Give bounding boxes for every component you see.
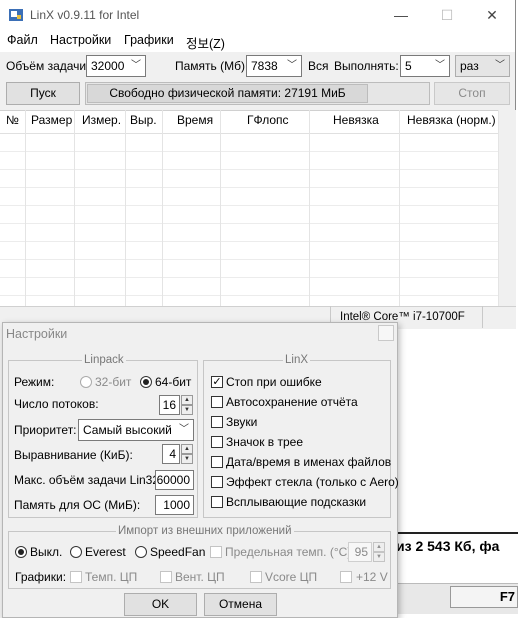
mode-32bit-radio[interactable] [80,376,92,388]
max-lin32-label: Макс. объём задачи Lin32: [14,473,163,487]
datetime-filenames-label: Дата/время в именах файлов [226,455,392,469]
run-unit-value: раз [460,59,479,73]
graph-cpu-fan-label: Вент. ЦП [175,570,225,584]
graph-cpu-fan-checkbox[interactable] [160,571,172,583]
mode-64bit-label: 64-бит [155,375,192,389]
run-label: Выполнять: [334,59,399,73]
chevron-down-icon: ﹀ [179,424,189,435]
background-text: из 2 543 Кб, фа [396,538,500,554]
problem-size-label: Объём задачи: [6,59,90,73]
threads-input[interactable]: 16 [159,395,180,415]
column-header-number[interactable]: № [6,113,19,127]
autosave-report-checkbox[interactable] [211,396,223,408]
problem-size-combo[interactable]: 32000 ﹀ [86,55,146,77]
tooltips-label: Всплывающие подсказки [226,495,367,509]
datetime-filenames-checkbox[interactable] [211,456,223,468]
import-everest-radio[interactable] [70,546,82,558]
problem-size-value: 32000 [91,59,125,73]
import-speedfan-label: SpeedFan [150,545,206,559]
minimize-button[interactable]: — [378,0,424,30]
os-memory-label: Память для ОС (МиБ): [14,498,141,512]
memory-value: 7838 [251,59,278,73]
run-unit-combo[interactable]: раз ﹀ [455,55,510,77]
sounds-label: Звуки [226,415,258,429]
column-header-residual[interactable]: Невязка [333,113,379,127]
chevron-down-icon: ﹀ [495,60,505,71]
memory-combo[interactable]: 7838 ﹀ [246,55,302,77]
stop-on-error-checkbox[interactable]: ✓ [211,376,223,388]
memory-label: Память (Мб): [175,59,249,73]
max-temp-label: Предельная темп. (°C): [225,545,355,559]
all-memory-button[interactable]: Вся [308,59,329,73]
priority-value: Самый высокий [83,423,172,437]
threads-label: Число потоков: [14,397,99,411]
tray-icon-label: Значок в трее [226,435,304,449]
threads-spinner[interactable]: ▲ ▼ [181,395,193,415]
tooltips-checkbox[interactable] [211,496,223,508]
column-header-time[interactable]: Время [177,113,213,127]
background-f7-button[interactable]: F7 [450,586,518,608]
os-memory-input[interactable]: 1000 [155,495,194,515]
start-button[interactable]: Пуск [6,82,80,105]
mode-label: Режим: [14,375,55,389]
close-button[interactable]: ✕ [469,0,515,30]
chevron-down-icon: ﹀ [287,60,297,71]
linpack-group-title: Linpack [82,354,126,366]
import-off-radio[interactable] [15,546,27,558]
menu-settings[interactable]: Настройки [50,33,111,47]
mode-64bit-radio[interactable] [140,376,152,388]
column-header-gflops[interactable]: ГФлопс [247,113,289,127]
column-header-alignment[interactable]: Выр. [130,113,157,127]
glass-effect-label: Эффект стекла (только с Aero) [226,475,399,489]
import-off-label: Выкл. [30,545,63,559]
graph-cpu-temp-label: Темп. ЦП [85,570,138,584]
vertical-scrollbar[interactable] [499,110,516,306]
graph-12v-checkbox[interactable] [340,571,352,583]
column-header-residual-norm[interactable]: Невязка (норм.) [407,113,496,127]
max-temp-spinner[interactable]: ▲ ▼ [373,542,385,562]
alignment-spinner[interactable]: ▲ ▼ [181,444,193,464]
import-speedfan-radio[interactable] [135,546,147,558]
stop-on-error-label: Стоп при ошибке [226,375,322,389]
alignment-input[interactable]: 4 [162,444,180,464]
mode-32bit-label: 32-бит [95,375,132,389]
settings-title: Настройки [6,327,68,341]
priority-combo[interactable]: Самый высокий ﹀ [78,419,194,441]
import-group-title: Импорт из внешних приложений [116,525,294,537]
sounds-checkbox[interactable] [211,416,223,428]
graph-vcore-checkbox[interactable] [250,571,262,583]
app-icon [8,7,24,23]
max-temp-checkbox[interactable] [210,546,222,558]
maximize-button[interactable]: ☐ [424,0,470,30]
max-lin32-input[interactable]: 60000 [155,470,194,490]
chevron-down-icon: ﹀ [131,60,141,71]
stop-button[interactable]: Стоп [434,82,510,105]
free-memory-bar: Свободно физической памяти: 27191 МиБ [85,82,430,105]
column-header-measure[interactable]: Измер. [82,113,121,127]
autosave-report-label: Автосохранение отчёта [226,395,358,409]
alignment-label: Выравнивание (КиБ): [14,448,133,462]
tray-icon-checkbox[interactable] [211,436,223,448]
menu-graphs[interactable]: Графики [124,33,174,47]
priority-label: Приоритет: [14,423,77,437]
linx-group-title: LinX [283,354,311,366]
ok-button[interactable]: OK [124,593,197,616]
menu-file[interactable]: Файл [7,33,38,47]
import-everest-label: Everest [85,545,126,559]
dialog-close-button[interactable] [378,325,394,341]
glass-effect-checkbox[interactable] [211,476,223,488]
chevron-down-icon: ﹀ [435,60,445,71]
graph-cpu-temp-checkbox[interactable] [70,571,82,583]
free-memory-text: Свободно физической памяти: 27191 МиБ [87,84,368,103]
run-count-value: 5 [405,59,412,73]
menu-info[interactable]: 정보(Z) [186,33,225,52]
graph-12v-label: +12 V [356,570,388,584]
graph-vcore-label: Vcore ЦП [265,570,318,584]
cancel-button[interactable]: Отмена [204,593,277,616]
column-header-size[interactable]: Размер [31,113,72,127]
graphs-label: Графики: [15,570,67,584]
max-temp-input[interactable]: 95 [348,542,372,562]
run-count-combo[interactable]: 5 ﹀ [400,55,450,77]
window-title: LinX v0.9.11 for Intel [30,8,140,22]
